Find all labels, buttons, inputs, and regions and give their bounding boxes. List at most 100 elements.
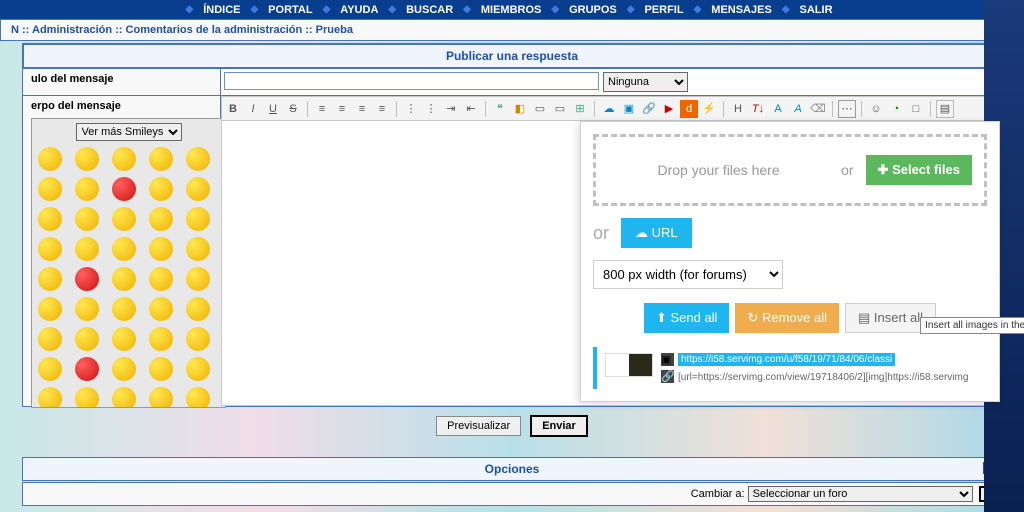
smiley-icon[interactable] (112, 267, 136, 291)
breadcrumb-link[interactable]: Prueba (316, 24, 353, 36)
smiley-icon[interactable] (75, 327, 99, 351)
smiley-icon[interactable] (75, 387, 99, 408)
hidden-button[interactable]: ▭ (551, 100, 569, 118)
nav-miembros[interactable]: MIEMBROS (475, 4, 548, 16)
smiley-icon[interactable] (149, 297, 173, 321)
upload-thumbnail[interactable] (605, 353, 653, 377)
special-button[interactable]: □ (907, 100, 925, 118)
quote-button[interactable]: ❝ (491, 100, 509, 118)
breadcrumb-link[interactable]: Comentarios de la administración (126, 24, 303, 36)
more-smileys-button[interactable]: Ver más Smileys (76, 123, 182, 141)
nav-salir[interactable]: SALIR (794, 4, 839, 16)
align-left-button[interactable]: ≡ (313, 100, 331, 118)
smiley-icon[interactable] (186, 297, 210, 321)
smiley-icon[interactable] (149, 147, 173, 171)
nav-ayuda[interactable]: AYUDA (334, 4, 384, 16)
table-button[interactable]: ⊞ (571, 100, 589, 118)
title-type-select[interactable]: Ninguna (603, 72, 688, 92)
smiley-icon[interactable] (112, 177, 136, 201)
smiley-icon[interactable] (38, 267, 62, 291)
smiley-icon[interactable] (186, 357, 210, 381)
jump-forum-select[interactable]: Seleccionar un foro (748, 486, 973, 502)
smiley-icon[interactable] (75, 267, 99, 291)
smiley-icon[interactable] (75, 177, 99, 201)
upload-url[interactable]: https://i58.servimg.com/u/f58/19/71/84/0… (678, 353, 895, 366)
youtube-button[interactable]: ▶ (660, 100, 678, 118)
nav-mensajes[interactable]: MENSAJES (705, 4, 778, 16)
nav-buscar[interactable]: BUSCAR (400, 4, 459, 16)
outdent-button[interactable]: ⇤ (462, 100, 480, 118)
align-right-button[interactable]: ≡ (353, 100, 371, 118)
link-button[interactable]: 🔗 (640, 100, 658, 118)
nav-indice[interactable]: ÍNDICE (197, 4, 246, 16)
align-center-button[interactable]: ≡ (333, 100, 351, 118)
smiley-icon[interactable] (75, 207, 99, 231)
indent-button[interactable]: ⇥ (442, 100, 460, 118)
smiley-icon[interactable] (149, 237, 173, 261)
smiley-icon[interactable] (38, 327, 62, 351)
remove-all-button[interactable]: ↻ Remove all (735, 303, 839, 333)
upload-bbcode[interactable]: [url=https://servimg.com/view/19718406/2… (678, 372, 968, 383)
select-files-button[interactable]: ✚ Select files (866, 155, 972, 185)
underline-button[interactable]: U (264, 100, 282, 118)
nav-portal[interactable]: PORTAL (262, 4, 318, 16)
bold-button[interactable]: B (224, 100, 242, 118)
image-width-select[interactable]: 800 px width (for forums) (593, 260, 783, 289)
removefmt-button[interactable]: ⌫ (809, 100, 827, 118)
options-header[interactable]: Opciones − (22, 457, 1002, 481)
smiley-icon[interactable] (75, 297, 99, 321)
dropzone[interactable]: Drop your files here or ✚ Select files (593, 134, 987, 206)
dailymotion-button[interactable]: d (680, 100, 698, 118)
date-button[interactable]: ◔ (887, 100, 905, 118)
nav-perfil[interactable]: PERFIL (638, 4, 689, 16)
smiley-icon[interactable] (112, 327, 136, 351)
smiley-icon[interactable] (38, 207, 62, 231)
smiley-icon[interactable] (38, 147, 62, 171)
smiley-icon[interactable] (186, 327, 210, 351)
smiley-icon[interactable] (38, 297, 62, 321)
smiley-icon[interactable] (149, 357, 173, 381)
send-button[interactable]: Enviar (530, 415, 588, 437)
fontsize-button[interactable]: T↓ (749, 100, 767, 118)
title-input[interactable] (224, 72, 599, 90)
align-justify-button[interactable]: ≡ (373, 100, 391, 118)
smiley-icon[interactable] (186, 387, 210, 408)
smiley-icon[interactable] (149, 327, 173, 351)
breadcrumb-link[interactable]: Administración (32, 24, 112, 36)
smiley-icon[interactable] (149, 207, 173, 231)
smiley-icon[interactable] (75, 237, 99, 261)
smiley-icon[interactable] (112, 357, 136, 381)
strike-button[interactable]: S (284, 100, 302, 118)
emoji-button[interactable]: ☺ (867, 100, 885, 118)
smiley-icon[interactable] (186, 237, 210, 261)
font-button[interactable]: A (789, 100, 807, 118)
smiley-icon[interactable] (149, 177, 173, 201)
smiley-icon[interactable] (75, 147, 99, 171)
image-button[interactable]: ▣ (620, 100, 638, 118)
send-all-button[interactable]: ⬆ Send all (644, 303, 730, 333)
flash-button[interactable]: ⚡ (700, 100, 718, 118)
nav-grupos[interactable]: GRUPOS (563, 4, 623, 16)
smiley-icon[interactable] (75, 357, 99, 381)
smiley-icon[interactable] (38, 357, 62, 381)
smiley-icon[interactable] (112, 297, 136, 321)
spoiler-button[interactable]: ▭ (531, 100, 549, 118)
source-button[interactable]: ▤ (936, 100, 954, 118)
fontcolor-button[interactable]: A (769, 100, 787, 118)
italic-button[interactable]: I (244, 100, 262, 118)
smiley-icon[interactable] (112, 147, 136, 171)
smiley-icon[interactable] (38, 237, 62, 261)
smiley-icon[interactable] (186, 267, 210, 291)
smiley-icon[interactable] (149, 267, 173, 291)
code-button[interactable]: ◧ (511, 100, 529, 118)
smiley-icon[interactable] (149, 387, 173, 408)
list-ol-button[interactable]: ⋮ (422, 100, 440, 118)
smiley-icon[interactable] (38, 387, 62, 408)
smiley-icon[interactable] (112, 207, 136, 231)
smiley-icon[interactable] (186, 147, 210, 171)
url-button[interactable]: ☁ URL (621, 218, 692, 248)
smiley-icon[interactable] (186, 177, 210, 201)
smiley-icon[interactable] (112, 237, 136, 261)
preview-button[interactable]: Previsualizar (436, 416, 521, 436)
smiley-icon[interactable] (186, 207, 210, 231)
